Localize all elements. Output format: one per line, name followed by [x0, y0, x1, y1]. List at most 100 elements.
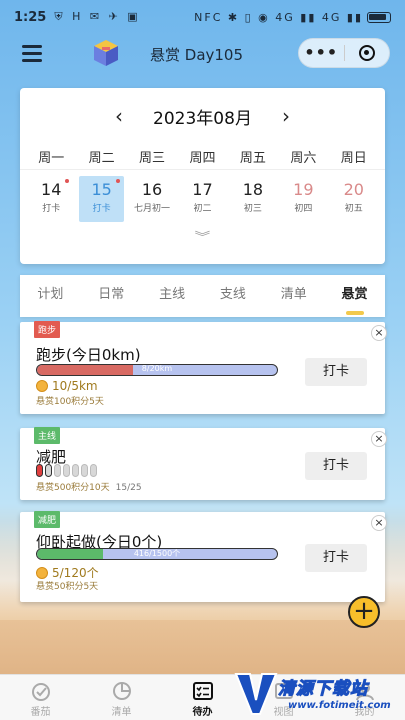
- task-reward: 悬赏500积分10天 15/25: [36, 480, 142, 493]
- tab-sideline[interactable]: 支线: [202, 275, 263, 317]
- calendar-card: ‹ 2023年08月 › 周一 周二 周三 周四 周五 周六 周日 14 打卡 …: [20, 88, 385, 264]
- task-reward-text: 悬赏500积分10天: [36, 483, 110, 493]
- calendar-header: ‹ 2023年08月 ›: [20, 88, 385, 144]
- calendar-day[interactable]: 16 七月初一: [130, 176, 174, 222]
- task-card-situps: 减肥 × 仰卧起做(今日0个) 416/1500个 5/120个 悬赏50积分5…: [20, 511, 387, 602]
- weekday-label: 周六: [290, 151, 317, 166]
- streak-pill: [90, 464, 97, 477]
- nav-item-tomato[interactable]: 番茄: [0, 675, 81, 720]
- task-title: 跑步(今日0km): [36, 346, 141, 364]
- day-subtext: 初五: [344, 204, 363, 214]
- task-streak-pills: [36, 464, 99, 477]
- calendar-day-weekend[interactable]: 20 初五: [332, 176, 376, 222]
- weekday-label: 周一: [38, 151, 65, 166]
- tab-daily[interactable]: 日常: [81, 275, 142, 317]
- day-subtext: 打卡: [42, 204, 61, 214]
- task-tag: 减肥: [34, 511, 61, 528]
- watermark-text: 清源下载站: [278, 679, 368, 700]
- status-left-icons: ⛨ H ✉ ✈ ▣: [54, 10, 141, 23]
- mini-program-capsule: •••: [298, 38, 390, 68]
- calendar-day[interactable]: 14 打卡: [29, 176, 73, 222]
- nav-label: 番茄: [30, 707, 51, 718]
- day-subtext: 初三: [243, 204, 262, 214]
- nav-item-todo[interactable]: 待办: [162, 675, 243, 720]
- close-icon[interactable]: ×: [371, 431, 387, 447]
- task-reward: 悬赏100积分5天: [36, 397, 104, 407]
- tab-mainline[interactable]: 主线: [142, 275, 203, 317]
- day-subtext: 七月初一: [134, 204, 171, 214]
- cube-box-icon: [94, 40, 118, 66]
- site-watermark: 清源下载站 www.fotimeit.com: [232, 668, 402, 720]
- next-month-button[interactable]: ›: [266, 104, 306, 128]
- status-time: 1:25: [14, 9, 47, 25]
- task-progress-bar: 8/20km: [36, 364, 278, 376]
- add-task-button[interactable]: +: [348, 596, 380, 628]
- calendar-day[interactable]: 17 初二: [180, 176, 224, 222]
- more-options-button[interactable]: •••: [299, 39, 344, 67]
- expand-calendar-chevron-icon[interactable]: ︾: [0, 228, 405, 245]
- streak-pill: [63, 464, 70, 477]
- weekday-label: 周三: [139, 151, 166, 166]
- progress-text: 416/1500个: [133, 549, 181, 558]
- task-tag: 主线: [34, 427, 61, 444]
- day-number: 20: [343, 180, 364, 199]
- tab-bounty[interactable]: 悬赏: [324, 275, 385, 317]
- streak-pill: [36, 464, 43, 477]
- status-right-icons: NFC ✱ ▯ ◉ 4G ▮▮ 4G ▮▮: [194, 10, 363, 24]
- tab-checklist[interactable]: 清单: [263, 275, 324, 317]
- coin-icon: [36, 566, 48, 579]
- calendar-day-weekend[interactable]: 19 初四: [281, 176, 325, 222]
- day-subtext: 初四: [294, 204, 313, 214]
- pie-chart-icon: [112, 682, 131, 700]
- day-number: 19: [293, 180, 314, 199]
- streak-pill: [45, 464, 52, 477]
- task-card-running: 跑步 × 跑步(今日0km) 8/20km 10/5km 悬赏100积分5天 打…: [20, 321, 387, 414]
- checkin-button[interactable]: 打卡: [305, 358, 367, 386]
- battery-icon: [367, 11, 391, 23]
- day-number: 18: [242, 180, 264, 199]
- close-icon[interactable]: ×: [371, 325, 387, 341]
- task-reward: 悬赏50积分5天: [36, 582, 99, 592]
- tab-plan[interactable]: 计划: [20, 275, 81, 317]
- weekday-label: 周四: [189, 151, 216, 166]
- streak-pill: [54, 464, 61, 477]
- weekday-row: 周一 周二 周三 周四 周五 周六 周日: [20, 144, 385, 170]
- day-subtext: 初二: [193, 204, 212, 214]
- task-count: 10/5km: [36, 379, 98, 393]
- target-icon: [358, 45, 375, 61]
- task-ratio: 15/25: [115, 483, 142, 493]
- task-card-weightloss: 主线 × 减肥 悬赏500积分10天 15/25 打卡: [20, 427, 387, 500]
- status-bar: 1:25 ⛨ H ✉ ✈ ▣ NFC ✱ ▯ ◉ 4G ▮▮ 4G ▮▮: [0, 0, 405, 34]
- todo-list-icon: [192, 682, 213, 700]
- calendar-day-today[interactable]: 15 打卡: [79, 176, 124, 222]
- nav-item-list[interactable]: 清单: [81, 675, 162, 720]
- tomato-icon: [31, 683, 50, 701]
- close-icon[interactable]: ×: [371, 515, 387, 531]
- category-tabs: 计划 日常 主线 支线 清单 悬赏: [20, 275, 385, 317]
- day-subtext: 打卡: [92, 204, 111, 214]
- checkin-button[interactable]: 打卡: [305, 452, 367, 480]
- prev-month-button[interactable]: ‹: [99, 104, 139, 128]
- nav-label: 清单: [111, 707, 132, 718]
- app-title: 悬赏 Day105: [150, 46, 244, 64]
- coin-icon: [36, 380, 48, 392]
- watermark-logo-icon: [234, 673, 278, 715]
- checkin-button[interactable]: 打卡: [305, 544, 367, 572]
- watermark-url: www.fotimeit.com: [288, 700, 391, 711]
- checkin-dot-icon: [115, 179, 120, 183]
- streak-pill: [81, 464, 88, 477]
- calendar-month-title: 2023年08月: [153, 108, 252, 129]
- weekday-label: 周二: [88, 151, 115, 166]
- hamburger-menu-icon[interactable]: [22, 45, 42, 62]
- nav-label: 待办: [192, 707, 213, 718]
- close-program-button[interactable]: [344, 45, 389, 61]
- streak-pill: [72, 464, 79, 477]
- task-count-text: 10/5km: [52, 379, 98, 393]
- progress-text: 8/20km: [141, 364, 173, 373]
- task-progress-bar: 416/1500个: [36, 548, 278, 560]
- week-days-row: 14 打卡 15 打卡 16 七月初一 17 初二 18 初三 19 初四 20…: [20, 170, 385, 222]
- task-tag: 跑步: [34, 321, 61, 338]
- day-number: 16: [141, 180, 163, 199]
- top-bar: 悬赏 Day105 •••: [0, 34, 405, 74]
- calendar-day[interactable]: 18 初三: [231, 176, 275, 222]
